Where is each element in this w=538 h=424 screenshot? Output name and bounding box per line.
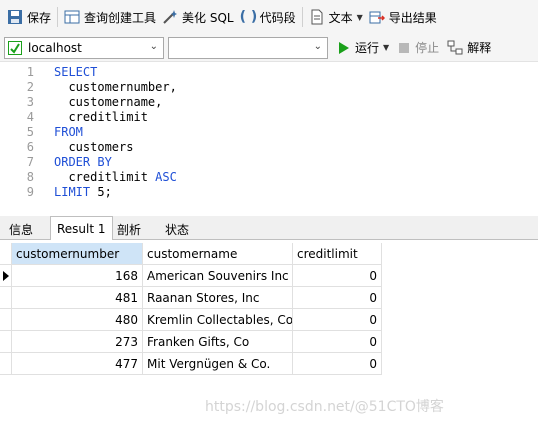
toolbar-divider bbox=[57, 7, 59, 27]
connection-select[interactable]: localhost ⌄ bbox=[4, 36, 164, 59]
document-icon bbox=[309, 9, 325, 25]
row-indicator bbox=[0, 331, 12, 353]
chevron-down-icon: ⌄ bbox=[149, 40, 158, 52]
cell-creditlimit[interactable]: 0 bbox=[293, 353, 382, 375]
watermark: https://blog.csdn.net/@51CTO博客 bbox=[205, 399, 444, 415]
explain-label: 解释 bbox=[467, 41, 492, 55]
beautify-icon bbox=[162, 9, 178, 25]
connection-bar: localhost ⌄ ⌄ 运行 ▼ 停止 解释 bbox=[0, 34, 538, 62]
editor-line: 8 creditlimit ASC bbox=[26, 170, 177, 184]
sql-editor[interactable]: 1 SELECT 2 customernumber, 3 customername… bbox=[0, 62, 538, 212]
export-results-button[interactable]: 导出结果 bbox=[366, 5, 440, 29]
tab-profile[interactable]: 剖析 bbox=[110, 218, 148, 240]
code-snippet-label: 代码段 bbox=[259, 10, 296, 25]
cell-customername[interactable]: Franken Gifts, Co bbox=[143, 331, 293, 353]
result-tabs: 信息 Result 1 剖析 状态 bbox=[0, 216, 538, 240]
cell-customername[interactable]: Kremlin Collectables, Co. bbox=[143, 309, 293, 331]
explain-button[interactable]: 解释 bbox=[444, 36, 494, 60]
query-builder-button[interactable]: 查询创建工具 bbox=[61, 5, 159, 29]
database-select[interactable]: ⌄ bbox=[168, 36, 328, 59]
connection-name: localhost bbox=[28, 40, 82, 55]
cell-customername[interactable]: Raanan Stores, Inc bbox=[143, 287, 293, 309]
current-row-indicator-icon bbox=[0, 265, 12, 287]
text-button[interactable]: 文本 ▼ bbox=[306, 5, 366, 29]
cell-customernumber[interactable]: 273 bbox=[12, 331, 143, 353]
editor-line: 5 FROM bbox=[26, 125, 83, 139]
row-indicator bbox=[0, 287, 12, 309]
editor-line: 6 customers bbox=[26, 140, 134, 154]
column-header-customernumber[interactable]: customernumber bbox=[12, 243, 143, 265]
editor-line: 4 creditlimit bbox=[26, 110, 148, 124]
save-icon bbox=[7, 9, 23, 25]
stop-label: 停止 bbox=[415, 41, 440, 55]
explain-icon bbox=[447, 40, 463, 56]
editor-line: 2 customernumber, bbox=[26, 80, 177, 94]
run-label: 运行 bbox=[355, 41, 380, 55]
cell-customername[interactable]: Mit Vergnügen & Co. bbox=[143, 353, 293, 375]
toolbar-divider bbox=[301, 7, 303, 27]
editor-line: 3 customername, bbox=[26, 95, 163, 109]
save-label: 保存 bbox=[27, 10, 52, 25]
column-header-customername[interactable]: customername bbox=[143, 243, 293, 265]
editor-line: 7 ORDER BY bbox=[26, 155, 112, 169]
run-button[interactable]: 运行 ▼ bbox=[336, 36, 392, 60]
stop-button[interactable]: 停止 bbox=[396, 36, 442, 60]
editor-line: 1 SELECT bbox=[26, 65, 98, 79]
beautify-sql-button[interactable]: 美化 SQL bbox=[159, 5, 237, 29]
code-snippet-icon: ( ) bbox=[239, 9, 258, 25]
cell-creditlimit[interactable]: 0 bbox=[293, 287, 382, 309]
cell-customernumber[interactable]: 477 bbox=[12, 353, 143, 375]
tab-result-1[interactable]: Result 1 bbox=[50, 216, 113, 240]
row-indicator bbox=[0, 309, 12, 331]
export-icon bbox=[369, 9, 385, 25]
cell-customernumber[interactable]: 168 bbox=[12, 265, 143, 287]
main-toolbar: 保存 查询创建工具 美化 SQL ( ) 代码段 文本 ▼ 导出结果 bbox=[0, 0, 538, 34]
chevron-down-icon[interactable]: ▼ bbox=[383, 43, 389, 52]
cell-creditlimit[interactable]: 0 bbox=[293, 265, 382, 287]
editor-line: 9 LIMIT 5; bbox=[26, 185, 112, 199]
cell-customernumber[interactable]: 481 bbox=[12, 287, 143, 309]
cell-customernumber[interactable]: 480 bbox=[12, 309, 143, 331]
cell-customername[interactable]: American Souvenirs Inc bbox=[143, 265, 293, 287]
row-indicator bbox=[0, 353, 12, 375]
save-button[interactable]: 保存 bbox=[4, 5, 54, 29]
play-icon bbox=[339, 41, 349, 54]
tab-status[interactable]: 状态 bbox=[158, 218, 196, 240]
tab-info[interactable]: 信息 bbox=[2, 218, 40, 240]
code-snippet-button[interactable]: ( ) 代码段 bbox=[237, 5, 299, 29]
text-label: 文本 bbox=[328, 10, 353, 25]
row-indicator-header bbox=[0, 243, 12, 265]
connection-icon bbox=[8, 40, 22, 55]
beautify-label: 美化 SQL bbox=[182, 10, 234, 25]
chevron-down-icon: ⌄ bbox=[313, 40, 322, 52]
query-builder-icon bbox=[64, 9, 80, 25]
chevron-down-icon[interactable]: ▼ bbox=[357, 13, 363, 22]
cell-creditlimit[interactable]: 0 bbox=[293, 331, 382, 353]
column-header-creditlimit[interactable]: creditlimit bbox=[293, 243, 382, 265]
cell-creditlimit[interactable]: 0 bbox=[293, 309, 382, 331]
query-builder-label: 查询创建工具 bbox=[84, 10, 157, 25]
export-label: 导出结果 bbox=[388, 10, 437, 25]
stop-icon bbox=[399, 42, 410, 53]
